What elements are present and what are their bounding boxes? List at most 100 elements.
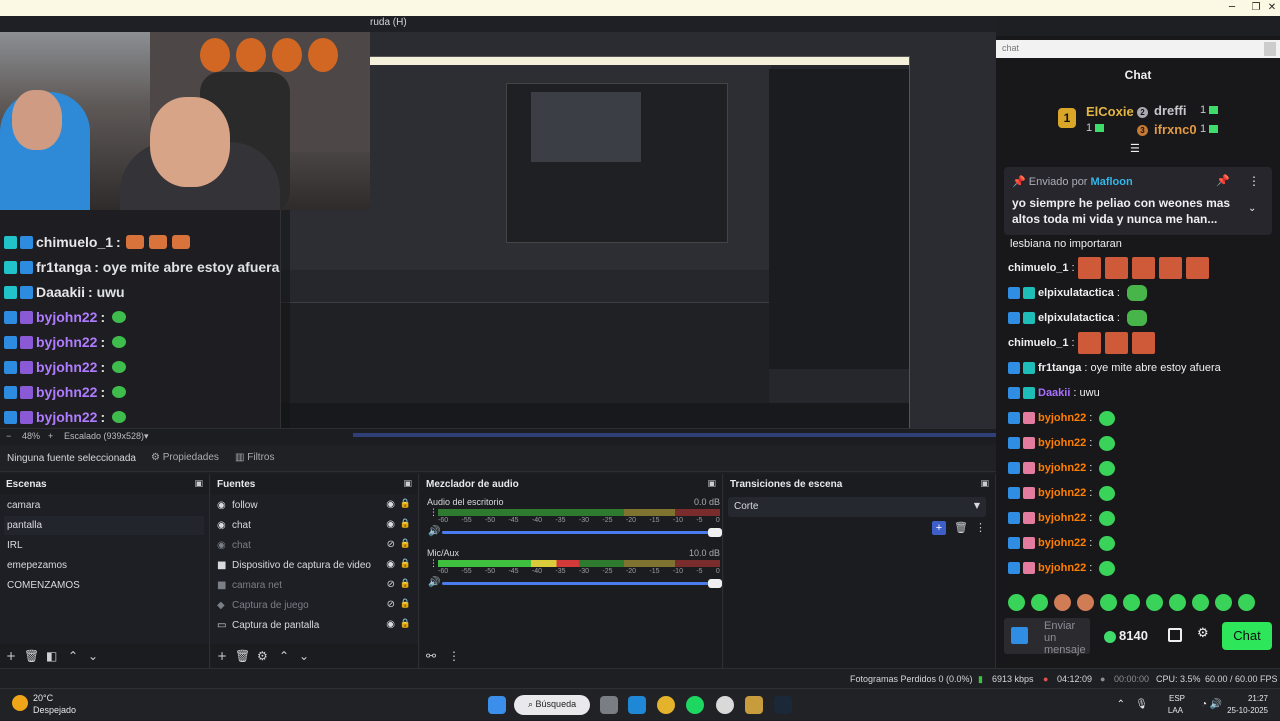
- volume-icon[interactable]: 🔊: [1210, 699, 1222, 710]
- volume-slider[interactable]: [442, 579, 722, 588]
- chat-username[interactable]: byjohn22: [1038, 537, 1086, 549]
- trash-icon[interactable]: 🗑: [235, 649, 250, 663]
- dock-menu-icon[interactable]: ▣: [980, 479, 989, 489]
- down-icon[interactable]: ⌄: [88, 649, 98, 663]
- chat-message[interactable]: byjohn22:: [1008, 506, 1116, 530]
- chat-username[interactable]: elpixulatactica: [1038, 312, 1114, 324]
- emote-icon[interactable]: [1192, 594, 1209, 611]
- speaker-icon[interactable]: 🔊: [428, 577, 440, 588]
- emote-icon[interactable]: [1077, 594, 1094, 611]
- more-icon[interactable]: ⋮: [448, 649, 460, 663]
- properties-button[interactable]: ⚙ Propiedades: [151, 452, 219, 463]
- emote-icon[interactable]: [1215, 594, 1232, 611]
- windows-start-icon[interactable]: [488, 696, 506, 714]
- gear-icon[interactable]: ⚙: [1197, 626, 1209, 641]
- scale-label[interactable]: Escalado (939x528): [64, 431, 144, 441]
- down-icon[interactable]: ⌄: [299, 649, 309, 663]
- spotify-icon[interactable]: [686, 696, 704, 714]
- add-icon[interactable]: +: [6, 649, 16, 663]
- eye-icon[interactable]: ◉: [386, 519, 395, 530]
- source-item[interactable]: ◉ follow ◉ 🔒: [215, 496, 417, 515]
- scene-item[interactable]: camara: [4, 496, 204, 515]
- dock-menu-icon[interactable]: ▣: [194, 479, 203, 489]
- slider-knob[interactable]: [708, 579, 722, 588]
- taskbar-search[interactable]: ⌕ Búsqueda: [514, 695, 590, 715]
- trash-icon[interactable]: 🗑: [24, 649, 39, 663]
- steam-icon[interactable]: [774, 696, 792, 714]
- chat-username[interactable]: byjohn22: [1038, 562, 1086, 574]
- zoom-plus-icon[interactable]: +: [48, 431, 53, 441]
- filters-button[interactable]: ▥ Filtros: [235, 452, 274, 463]
- language-layout[interactable]: LAA: [1168, 706, 1183, 715]
- store-icon[interactable]: [1168, 628, 1182, 642]
- source-item[interactable]: ◉ chat ◉ 🔒: [215, 516, 417, 535]
- volume-slider[interactable]: [442, 528, 722, 537]
- emote-icon[interactable]: [1054, 594, 1071, 611]
- dock-menu-icon[interactable]: ▣: [707, 479, 716, 489]
- close-button[interactable]: ✕: [1262, 1, 1280, 15]
- dock-menu-icon[interactable]: ▣: [403, 479, 412, 489]
- slider-knob[interactable]: [708, 528, 722, 537]
- emote-icon[interactable]: [1100, 594, 1117, 611]
- chevron-up-icon[interactable]: ⌃: [1117, 699, 1125, 710]
- task-view-icon[interactable]: [600, 696, 618, 714]
- scene-item[interactable]: emepezamos: [4, 556, 204, 575]
- chevron-down-icon[interactable]: ▾: [144, 431, 149, 442]
- chevron-down-icon[interactable]: ⌄: [1248, 203, 1256, 214]
- pinned-message[interactable]: 📌 Enviado por Mafloon 📌 ⋮ yo siempre he …: [1004, 167, 1272, 235]
- source-item[interactable]: ▭ Captura de pantalla ◉ 🔒: [215, 616, 417, 635]
- lock-icon[interactable]: 🔒: [400, 579, 411, 589]
- lock-icon[interactable]: 🔒: [400, 599, 411, 609]
- emote-icon[interactable]: [1146, 594, 1163, 611]
- source-item[interactable]: ◉ chat ⊘ 🔒: [215, 536, 417, 555]
- eye-icon[interactable]: ◉: [386, 559, 395, 570]
- chat-username[interactable]: elpixulatactica: [1038, 287, 1114, 299]
- chat-username[interactable]: chimuelo_1: [1008, 262, 1069, 274]
- scene-item[interactable]: pantalla: [4, 516, 204, 535]
- eye-off-icon[interactable]: ⊘: [387, 579, 395, 590]
- pin-icon[interactable]: 📌: [1216, 174, 1230, 187]
- lock-icon[interactable]: 🔒: [400, 519, 411, 529]
- trash-icon[interactable]: 🗑: [954, 521, 968, 534]
- eye-icon[interactable]: ◉: [386, 619, 395, 630]
- chat-message[interactable]: byjohn22:: [1008, 431, 1116, 455]
- zoom-level[interactable]: 48%: [22, 431, 40, 441]
- speaker-icon[interactable]: 🔊: [428, 526, 440, 537]
- league-icon[interactable]: [745, 696, 763, 714]
- chat-username[interactable]: byjohn22: [1038, 437, 1086, 449]
- source-item[interactable]: ◆ Captura de juego ⊘ 🔒: [215, 596, 417, 615]
- preview-scrollbar[interactable]: [353, 433, 996, 437]
- chat-search-input[interactable]: chat: [996, 40, 1280, 58]
- close-icon[interactable]: [1264, 42, 1276, 56]
- menu-help[interactable]: ruda (H): [370, 17, 407, 28]
- wifi-icon[interactable]: ◔: [1201, 699, 1207, 710]
- add-icon[interactable]: +: [217, 649, 227, 663]
- filter-icon[interactable]: ◧: [46, 649, 57, 663]
- channel-points[interactable]: 8140: [1104, 628, 1148, 643]
- minimize-button[interactable]: ─: [1222, 1, 1242, 15]
- chat-message[interactable]: byjohn22:: [1008, 556, 1116, 580]
- lock-icon[interactable]: 🔒: [400, 539, 411, 549]
- scene-item[interactable]: COMENZAMOS: [4, 576, 204, 595]
- link-icon[interactable]: ⚯: [426, 649, 436, 663]
- chat-username[interactable]: byjohn22: [1038, 512, 1086, 524]
- more-icon[interactable]: ⋮: [429, 559, 438, 569]
- chat-username[interactable]: byjohn22: [1038, 462, 1086, 474]
- chat-message[interactable]: elpixulatactica:: [1008, 306, 1147, 330]
- eye-off-icon[interactable]: ⊘: [387, 539, 395, 550]
- leader-name[interactable]: dreffi: [1154, 103, 1187, 118]
- edge-icon[interactable]: [628, 696, 646, 714]
- mic-icon[interactable]: 🎙: [1135, 699, 1148, 710]
- source-item[interactable]: ■ Dispositivo de captura de video ◉ 🔒: [215, 556, 417, 575]
- chat-input[interactable]: Enviar un mensaje: [1004, 618, 1090, 656]
- chat-username[interactable]: fr1tanga: [1038, 362, 1081, 374]
- lock-icon[interactable]: 🔒: [400, 559, 411, 569]
- chat-username[interactable]: byjohn22: [1038, 412, 1086, 424]
- leader-name[interactable]: ElCoxie: [1086, 104, 1134, 119]
- more-icon[interactable]: ⋮: [429, 508, 438, 518]
- emote-icon[interactable]: [1031, 594, 1048, 611]
- expand-icon[interactable]: ☰: [1130, 142, 1140, 155]
- emote-icon[interactable]: [1123, 594, 1140, 611]
- chat-message[interactable]: Daakii: uwu: [1008, 381, 1100, 405]
- chat-message[interactable]: fr1tanga: oye mite abre estoy afuera: [1008, 356, 1221, 380]
